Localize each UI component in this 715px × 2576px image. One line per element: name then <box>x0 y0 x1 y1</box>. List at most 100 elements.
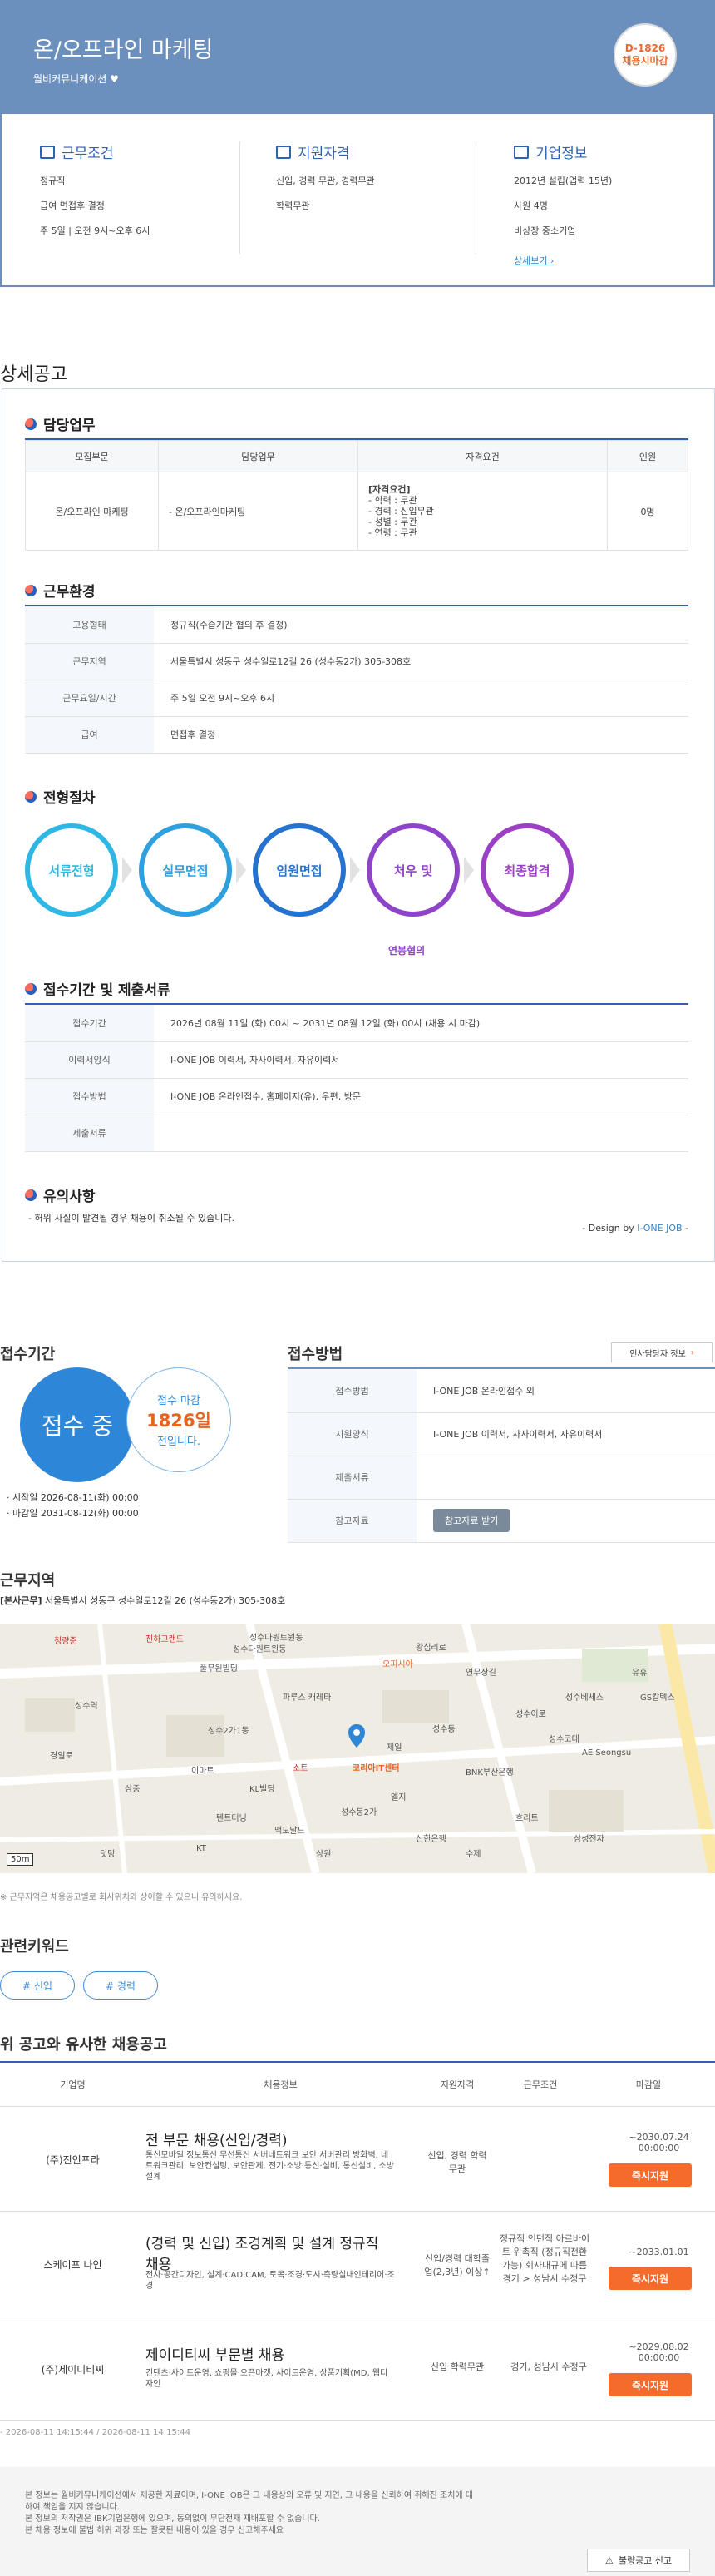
table-row[interactable]: (주)제이디티씨 제이디티씨 부문별 채용 컨텐츠·사이트운영, 쇼핑몰·오픈마… <box>0 2316 715 2421</box>
table-row[interactable]: 스케이프 나인 (경력 및 신입) 조경계획 및 설계 정규직 채용 전사·공간… <box>0 2212 715 2316</box>
similar-cond: 경기, 성남시 수정구 <box>510 2361 587 2372</box>
download-reference-button[interactable]: 참고자료 받기 <box>433 1509 510 1532</box>
map-label: 성수이로 <box>515 1710 546 1719</box>
job-title: 온/오프라인 마케팅 <box>33 37 214 63</box>
map-label: 성수동 <box>432 1725 456 1734</box>
similar-company[interactable]: 스케이프 나인 <box>0 2212 145 2316</box>
summary-line: 사원 4명 <box>514 200 548 211</box>
keyword-tag[interactable]: # 신입 <box>0 1971 75 2000</box>
dday-badge: D-1826 채용시마감 <box>614 23 677 87</box>
env-heading: 근무환경 <box>25 580 96 601</box>
map-label: 성수동2가 <box>341 1808 377 1817</box>
duty-req: [자격요건] - 학력 : 무관 - 경력 : 신입무관 - 성별 : 무관 -… <box>358 472 608 551</box>
duty-table: 모집부문 담당업무 자격요건 인원 온/오프라인 마케팅 - 온/오프라인마케팅… <box>25 440 688 551</box>
similar-job-title[interactable]: (경력 및 신입) 조경계획 및 설계 정규직 채용 <box>145 2232 395 2273</box>
apply-now-button[interactable]: 즉시지원 <box>609 2163 692 2187</box>
summary-line: 주 5일 | 오전 9시~오후 6시 <box>40 225 150 236</box>
process-step: 서류전형 <box>25 823 118 917</box>
summary-company: 기업정보 2012년 설립(업력 15년) 사원 4명 비상장 중소기업 상세보… <box>514 141 705 279</box>
similar-job-title[interactable]: 제이디티씨 부문별 채용 <box>145 2343 395 2364</box>
map-label: 삼중 <box>125 1785 141 1794</box>
similar-company[interactable]: (주)진인프라 <box>0 2107 145 2212</box>
similar-company[interactable]: (주)제이디티씨 <box>0 2316 145 2421</box>
period-table: 접수기간 2026년 08월 11일 (화) 00시 ~ 2031년 08월 12… <box>25 1005 688 1152</box>
env-value: 주 5일 오전 9시~오후 6시 <box>154 680 688 717</box>
similar-job-desc: 컨텐츠·사이트운영, 쇼핑몰·오픈마켓, 사이트운영, 상품기획(MD, 웹디자… <box>145 2369 388 2389</box>
map-label: 경일로 <box>50 1752 73 1761</box>
location-note: ※ 근무지역은 채용공고별로 회사위치와 상이할 수 있으니 유의하세요. <box>0 1893 243 1902</box>
chevron-right-icon <box>464 857 474 883</box>
hr-info-button[interactable]: 인사담당자 정보 › <box>611 1342 713 1362</box>
col-header: 채용정보 <box>145 2063 416 2107</box>
process-note: 연봉협의 <box>388 945 426 957</box>
bullet-icon <box>25 584 37 596</box>
caution-title: 유의사항 <box>43 1189 96 1205</box>
period-value: 2026년 08월 11일 (화) 00시 ~ 2031년 08월 12일 (화… <box>154 1005 688 1042</box>
period-value: I-ONE JOB 이력서, 자사이력서, 자유이력서 <box>154 1041 688 1079</box>
col-header: 기업명 <box>0 2063 145 2107</box>
credit-prefix: - Design by <box>582 1223 638 1234</box>
map-label: 성수다원트윈동 <box>249 1634 303 1643</box>
bullet-icon <box>25 1189 37 1201</box>
briefcase-icon <box>40 145 55 159</box>
map-pin-icon[interactable] <box>348 1723 366 1748</box>
method-value <box>417 1456 715 1500</box>
map-label: 성수역 <box>75 1702 98 1711</box>
caution-heading: 유의사항 <box>25 1184 96 1205</box>
design-credit: - Design by I-ONE JOB - <box>582 1223 688 1234</box>
similar-job-desc: 전사·공간디자인, 설계·CAD·CAM, 토목·조경·도시·측량실내인테리어·… <box>145 2271 395 2291</box>
map-label: 오피시아 <box>382 1660 413 1669</box>
similar-deadline: ~2030.07.24 00:00:00 <box>629 2132 689 2153</box>
env-value: 서울특별시 성동구 성수일로12길 26 (성수동2가) 305-308호 <box>154 643 688 680</box>
map-block <box>549 1790 624 1832</box>
map-label: 코리아IT센터 <box>353 1764 400 1773</box>
hr-info-label: 인사담당자 정보 <box>629 1349 686 1359</box>
similar-cond: 정규직 인턴직 아르바이트 위촉직 (정규직전환가능) 회사내규에 따름 경기 … <box>499 2233 590 2284</box>
timestamps: - 2026-08-11 14:15:44 / 2026-08-11 14:15… <box>0 2428 190 2437</box>
report-button[interactable]: ⚠ 불량공고 신고 <box>587 2549 690 2572</box>
chevron-right-icon: › <box>690 1347 694 1357</box>
id-card-icon <box>276 145 291 159</box>
map-label: 텐트터닝 <box>216 1814 247 1823</box>
credit-suffix: - <box>682 1223 688 1234</box>
map-label: KL빌딩 <box>249 1785 275 1794</box>
bullet-icon <box>25 790 37 803</box>
map-block <box>25 1698 75 1732</box>
deadline-days: 1826일 <box>146 1411 211 1431</box>
apply-now-button[interactable]: 즉시지원 <box>609 2373 692 2396</box>
map-label: 맥도날드 <box>274 1827 305 1836</box>
footer-note: 본 채용 정보에 불법 허위 과장 또는 잘못된 내용이 있을 경우 신고해주세… <box>25 2526 284 2535</box>
apply-now-button[interactable]: 즉시지원 <box>609 2267 692 2290</box>
col-header: 자격요건 <box>358 440 608 472</box>
receipt-title: 접수기간 <box>0 1346 56 1363</box>
similar-job-title[interactable]: 전 부문 채용(신입/경력) <box>145 2129 395 2149</box>
method-value: I-ONE JOB 이력서, 자사이력서, 자유이력서 <box>417 1412 715 1456</box>
summary-title: 기업정보 <box>535 146 588 162</box>
period-value: I-ONE JOB 온라인접수, 홈페이지(유), 우편, 방문 <box>154 1078 688 1115</box>
map-label: AE Seongsu <box>582 1748 632 1758</box>
duty-title: 담당업무 <box>43 418 96 434</box>
building-icon <box>514 145 529 159</box>
keyword-tag[interactable]: # 경력 <box>83 1971 158 2000</box>
req-line: - 학력 : 무관 <box>368 495 417 506</box>
company-name[interactable]: 월비커뮤니케이션 ♥ <box>33 72 119 86</box>
keywords-title: 관련키워드 <box>0 1938 69 1955</box>
company-detail-link[interactable]: 상세보기 › <box>514 254 705 267</box>
method-key: 참고자료 <box>288 1499 417 1543</box>
summary-title: 근무조건 <box>62 146 114 162</box>
footer-note: 본 정보의 저작권은 IBK기업은행에 있으며, 동의없이 무단전재 재배포할 … <box>25 2514 320 2524</box>
map-block <box>166 1715 224 1757</box>
method-value: I-ONE JOB 온라인접수 외 <box>417 1369 715 1413</box>
map-label: 진하그랜드 <box>145 1635 184 1644</box>
bullet-icon <box>25 418 37 430</box>
table-row[interactable]: (주)진인프라 전 부문 채용(신입/경력) 통신모바일 정보통신 무선통신 서… <box>0 2107 715 2212</box>
chevron-right-icon <box>122 857 132 883</box>
env-title: 근무환경 <box>43 584 96 601</box>
env-value: 정규직(수습기간 협의 후 결정) <box>154 606 688 644</box>
period-key: 접수방법 <box>25 1078 154 1115</box>
process-step: 실무면접 <box>139 823 232 917</box>
chevron-right-icon <box>236 857 246 883</box>
map[interactable]: 청량준 진하그랜드 성수다원트윈동 성수다원트윈동 풀무원빌딩 성수역 왕십리로… <box>0 1624 715 1873</box>
col-header: 지원자격 <box>416 2063 499 2107</box>
similar-deadline: ~2033.01.01 <box>629 2247 689 2257</box>
